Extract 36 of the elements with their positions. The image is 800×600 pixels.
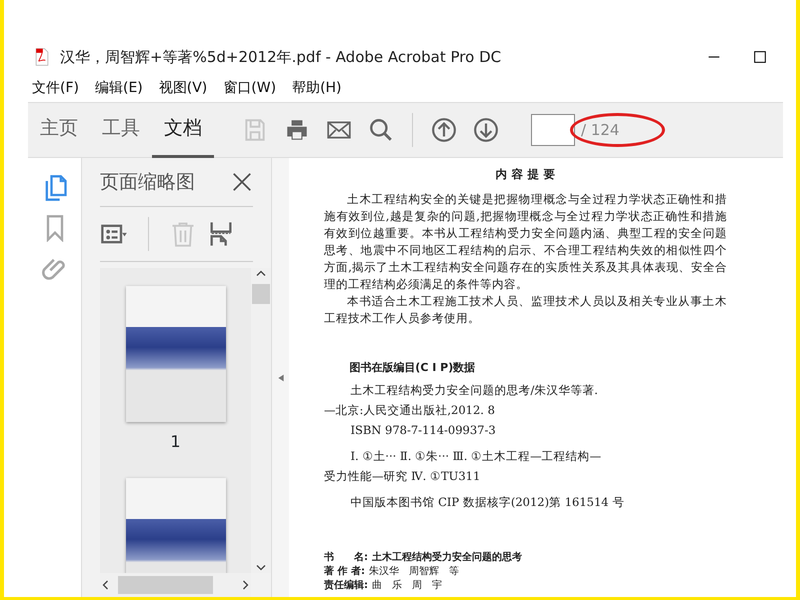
credit-label: 责任编辑: — [324, 579, 368, 593]
page-number-label: 1 — [170, 431, 181, 453]
cip-line: 土木工程结构受力安全问题的思考/朱汉华等著. — [349, 382, 599, 399]
menu-item[interactable]: 帮助(H) — [292, 78, 342, 98]
credit-value: 朱汉华 周智辉 等 — [368, 565, 459, 579]
menu-item[interactable]: 文件(F) — [32, 78, 79, 98]
page-number-field[interactable] — [531, 114, 575, 146]
credit-label: 书 名: — [324, 551, 368, 565]
credit-label: 著 作 者: — [324, 565, 365, 579]
menu-item[interactable]: 编辑(E) — [94, 78, 143, 98]
scrollbar-thumb[interactable] — [252, 284, 270, 304]
cip-line: 受力性能—研究 Ⅳ. ①TU311 — [324, 468, 482, 485]
body-paragraph: 本书适合土木工程施工技术人员、监理技术人员以及相关专业从事土木工程技术工作人员参考使用。 — [324, 293, 727, 327]
credit-value: 土木工程结构受力安全问题的思考 — [372, 551, 522, 565]
cip-line: —北京:人民交通出版社,2012. 8 — [324, 402, 496, 419]
page-total: / 124 — [581, 120, 620, 141]
body-paragraph: 土木工程结构安全的关键是把握物理概念与全过程力学状态正确性和措施有效到位,越是复杂的问题,把握物理概念与全过程力学状态正确性和措施有效到位越重要。本书从工程结构受力安全问题内涵、典型工程的安全问题思考、地震中不同地区工程结构的启示、不合理工程结构失效的相似性四个方面,揭示了土木工程结构安全问题存在的实质性关系及其具体表现、安全合理的工程结构必须满足的条件等内容。 — [324, 191, 727, 293]
panel-title: 页面缩略图 — [100, 170, 195, 195]
tab[interactable]: 工具 — [90, 102, 152, 158]
close-icon[interactable] — [231, 171, 253, 193]
cip-line: Ⅰ. ①土··· Ⅱ. ①朱··· Ⅲ. ①土木工程—工程结构— — [349, 448, 602, 465]
page-thumbnail[interactable] — [126, 286, 226, 422]
tab[interactable]: 主页 — [28, 102, 90, 158]
menu-item[interactable]: 窗口(W) — [223, 78, 276, 98]
cip-line: ISBN 978-7-114-09937-3 — [349, 422, 497, 439]
scrollbar-thumb[interactable] — [118, 576, 213, 594]
cip-heading: 图书在版编目(C I P)数据 — [349, 360, 476, 376]
window-title: 汉华，周智辉+等著%5d+2012年.pdf - Adobe Acrobat Pro DC — [60, 46, 502, 68]
arrow-down-icon[interactable] — [473, 117, 499, 143]
maximize-icon[interactable] — [752, 49, 768, 65]
credit-value: 曲 乐 周 宇 — [372, 579, 442, 593]
page-heading: 内 容 提 要 — [494, 166, 556, 183]
search-icon[interactable] — [368, 117, 394, 143]
cip-line: 中国版本图书馆 CIP 数据核字(2012)第 161514 号 — [349, 494, 626, 511]
arrow-up-icon[interactable] — [431, 117, 457, 143]
menu-item[interactable]: 视图(V) — [158, 78, 208, 98]
